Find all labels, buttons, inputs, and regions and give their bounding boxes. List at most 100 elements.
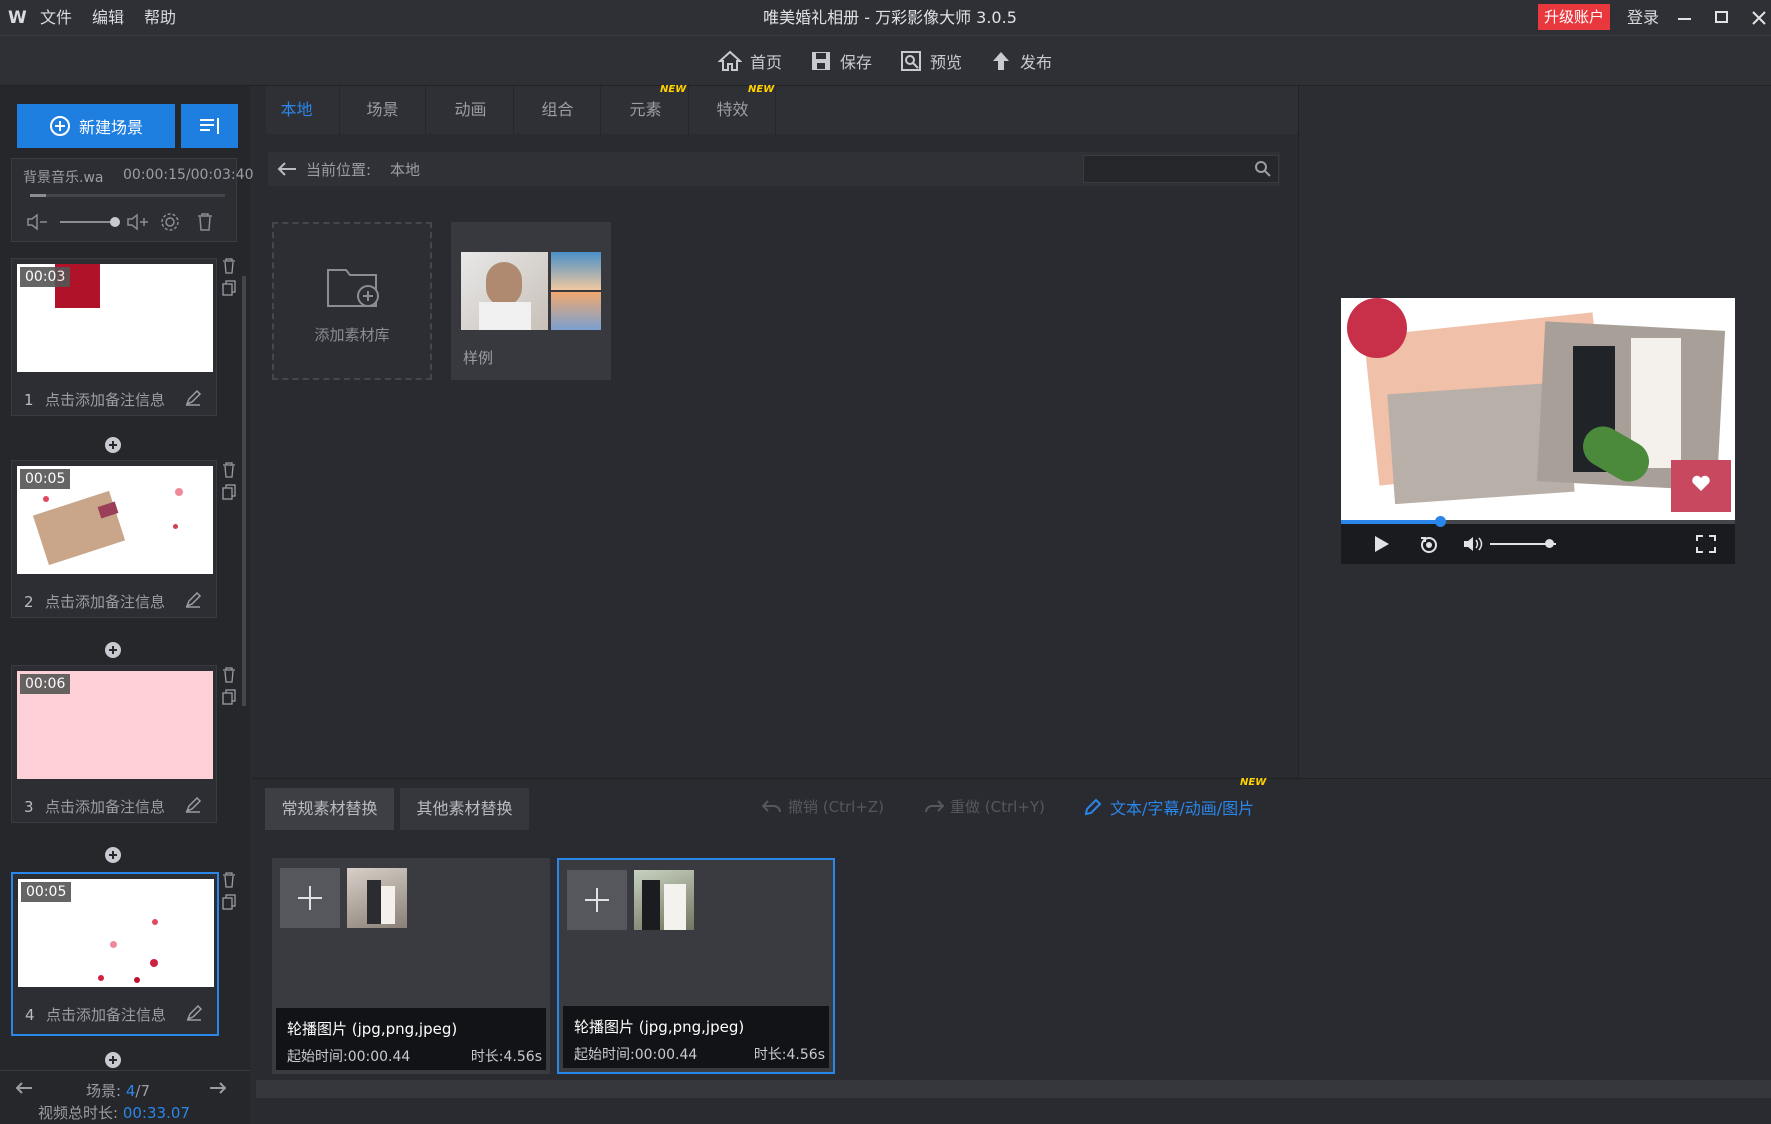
save-button[interactable]: 保存 <box>810 36 872 86</box>
upgrade-button[interactable]: 升级账户 <box>1538 4 1611 30</box>
search-input[interactable] <box>1083 155 1279 183</box>
tab-regular-replace[interactable]: 常规素材替换 <box>265 788 394 830</box>
text-edit-label: 文本/字幕/动画/图片 <box>1110 799 1255 818</box>
sample-thumb-sunset <box>551 292 601 330</box>
scene-item-3[interactable]: 00:06 3 点击添加备注信息 <box>11 665 217 823</box>
tab-scene[interactable]: 场景 <box>340 86 426 134</box>
upload-icon <box>990 50 1012 72</box>
search-icon[interactable] <box>1254 160 1272 178</box>
scene-list-button[interactable] <box>181 104 238 148</box>
replay-icon[interactable] <box>1418 534 1440 554</box>
preview-button[interactable]: 预览 <box>900 36 962 86</box>
publish-label: 发布 <box>1020 53 1053 72</box>
trash-icon[interactable] <box>222 462 236 478</box>
horizontal-scrollbar[interactable] <box>256 1080 1771 1098</box>
scene-scrollbar[interactable] <box>242 276 246 706</box>
scene-note[interactable]: 点击添加备注信息 <box>45 591 165 612</box>
copy-icon[interactable] <box>222 280 236 296</box>
scene-item-4[interactable]: 00:05 4 点击添加备注信息 <box>11 872 219 1036</box>
app-logo: W <box>8 8 27 28</box>
total-duration-value: 00:33.07 <box>122 1104 190 1122</box>
add-scene-icon[interactable] <box>104 436 122 454</box>
add-scene-icon[interactable] <box>104 1051 122 1069</box>
add-library-button[interactable]: 添加素材库 <box>272 222 432 380</box>
music-volume-knob[interactable] <box>110 217 120 227</box>
add-library-label: 添加素材库 <box>314 326 390 344</box>
edit-icon[interactable] <box>185 1004 203 1022</box>
preview-label: 预览 <box>930 53 963 72</box>
trash-icon[interactable] <box>222 258 236 274</box>
edit-icon[interactable] <box>184 389 202 407</box>
music-name: 背景音乐.wa <box>23 170 104 186</box>
save-icon <box>810 50 832 72</box>
tab-local[interactable]: 本地 <box>254 86 340 134</box>
publish-button[interactable]: 发布 <box>990 36 1052 86</box>
replace-card-2[interactable]: 轮播图片 (jpg,png,jpeg) 起始时间:00:00.44 时长:4.5… <box>557 858 835 1074</box>
scene-note[interactable]: 点击添加备注信息 <box>46 1004 166 1025</box>
scene-item-1[interactable]: 00:03 1 点击添加备注信息 <box>11 258 217 416</box>
preview-progress-knob[interactable] <box>1434 516 1446 527</box>
copy-icon[interactable] <box>222 484 236 500</box>
add-image-button[interactable] <box>567 870 627 930</box>
scene-item-2[interactable]: 00:05 2 点击添加备注信息 <box>11 460 217 618</box>
path-label: 当前位置: <box>306 161 372 179</box>
copy-icon[interactable] <box>222 689 236 705</box>
card-start-time: 起始时间:00:00.44 <box>287 1049 411 1065</box>
undo-icon <box>762 799 782 815</box>
tab-other-replace[interactable]: 其他素材替换 <box>400 788 529 830</box>
folder-add-icon <box>326 262 382 310</box>
menu-edit[interactable]: 编辑 <box>92 0 124 36</box>
edit-icon[interactable] <box>184 796 202 814</box>
trash-icon[interactable] <box>196 212 214 232</box>
back-icon[interactable] <box>276 160 298 178</box>
card-start-time: 起始时间:00:00.44 <box>574 1047 698 1063</box>
text-edit-button[interactable]: 文本/字幕/动画/图片 <box>1084 795 1254 819</box>
next-scene-icon[interactable] <box>208 1080 228 1096</box>
scene-current: 4 <box>125 1082 136 1100</box>
scene-time: 00:06 <box>20 674 71 694</box>
home-button[interactable]: 首页 <box>718 36 782 86</box>
scene-time: 00:05 <box>21 882 72 902</box>
card-title: 轮播图片 (jpg,png,jpeg) <box>574 1018 745 1036</box>
add-scene-icon[interactable] <box>104 846 122 864</box>
edit-icon[interactable] <box>184 591 202 609</box>
add-scene-icon[interactable] <box>104 641 122 659</box>
music-progress[interactable] <box>30 194 225 197</box>
home-icon <box>718 50 742 72</box>
redo-button[interactable]: 重做 (Ctrl+Y) <box>924 796 1045 817</box>
gear-icon[interactable] <box>160 212 180 232</box>
close-icon[interactable] <box>1750 9 1768 27</box>
menu-file[interactable]: 文件 <box>40 0 72 36</box>
tab-animation[interactable]: 动画 <box>428 86 514 134</box>
scene-number: 1 <box>24 391 34 409</box>
add-image-button[interactable] <box>280 868 340 928</box>
scene-number: 3 <box>24 798 34 816</box>
new-scene-button[interactable]: 新建场景 <box>17 104 175 148</box>
play-icon[interactable] <box>1372 535 1390 553</box>
undo-button[interactable]: 撤销 (Ctrl+Z) <box>762 796 884 817</box>
copy-icon[interactable] <box>222 894 236 910</box>
new-badge: NEW <box>748 84 775 95</box>
trash-icon[interactable] <box>222 667 236 683</box>
volume-up-icon[interactable] <box>126 213 152 231</box>
replace-card-1[interactable]: 轮播图片 (jpg,png,jpeg) 起始时间:00:00.44 时长:4.5… <box>272 858 550 1074</box>
scene-note[interactable]: 点击添加备注信息 <box>45 389 165 410</box>
tab-combo[interactable]: 组合 <box>515 86 601 134</box>
maximize-icon[interactable] <box>1713 10 1731 26</box>
fullscreen-icon[interactable] <box>1696 535 1716 553</box>
login-button[interactable]: 登录 <box>1627 0 1659 36</box>
pencil-icon <box>1084 798 1102 816</box>
scene-note[interactable]: 点击添加备注信息 <box>45 796 165 817</box>
sample-folder[interactable]: 样例 <box>451 222 611 380</box>
scene-counter: 场景: 4/7 <box>86 1080 150 1101</box>
volume-icon[interactable] <box>1462 535 1484 553</box>
volume-down-icon[interactable] <box>26 213 50 231</box>
card-duration: 时长:4.56s <box>753 1047 825 1063</box>
card-info: 轮播图片 (jpg,png,jpeg) 起始时间:00:00.44 时长:4.5… <box>276 1008 546 1070</box>
minimize-icon[interactable] <box>1676 10 1694 26</box>
trash-icon[interactable] <box>222 872 236 888</box>
card-duration: 时长:4.56s <box>470 1049 542 1065</box>
preview-progress[interactable] <box>1341 520 1735 524</box>
prev-scene-icon[interactable] <box>14 1080 34 1096</box>
menu-help[interactable]: 帮助 <box>144 0 176 36</box>
